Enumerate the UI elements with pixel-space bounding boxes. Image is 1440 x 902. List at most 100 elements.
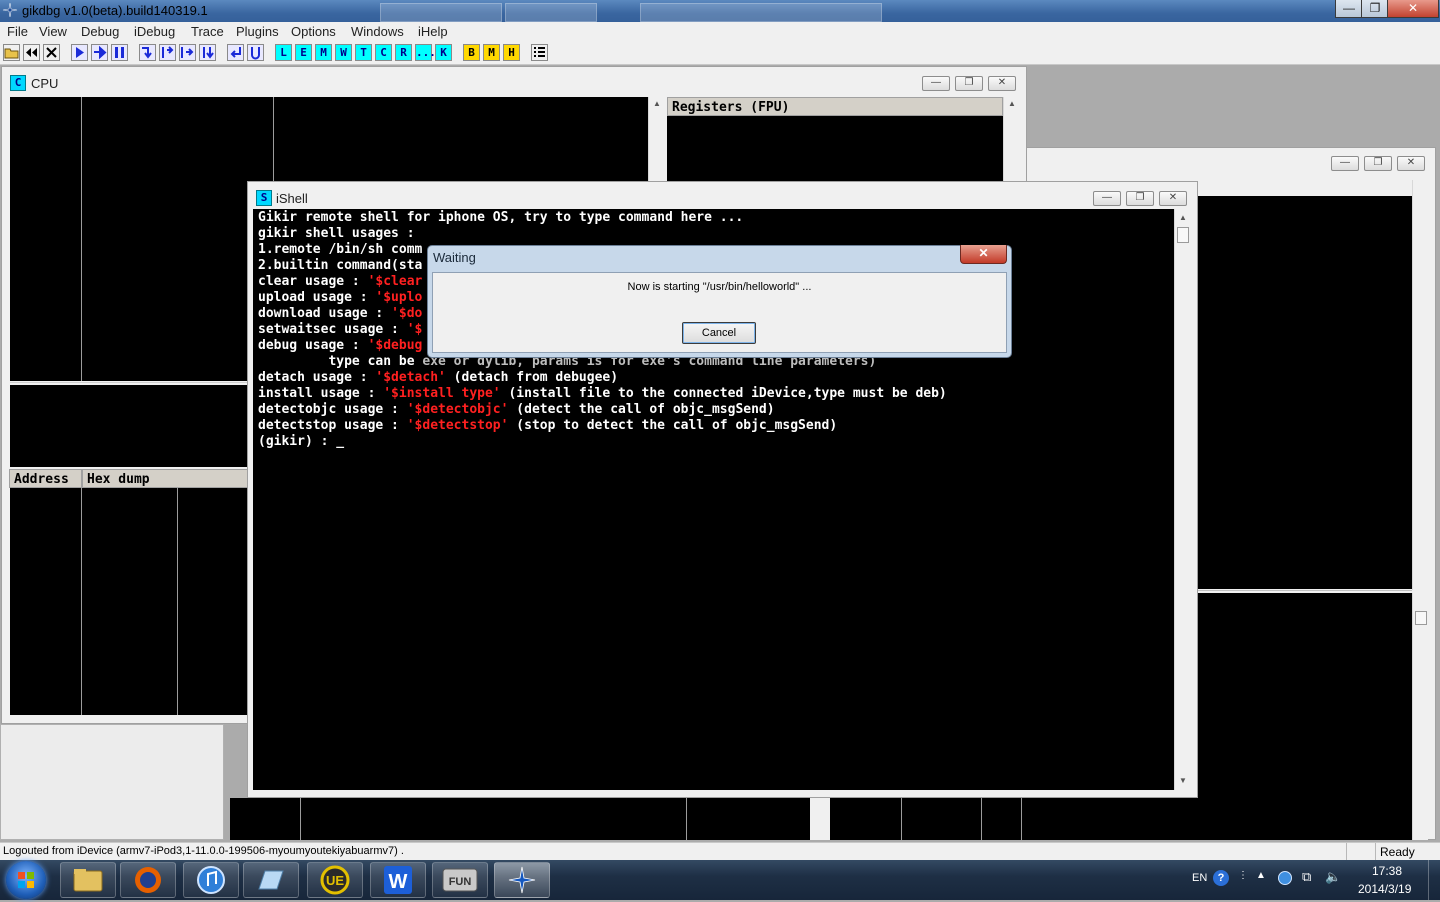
toolbar-exec-button[interactable]: E [295,44,312,61]
shell-segment: '$install type' [383,386,501,401]
shell-line: install usage : '$install type' (install… [258,386,947,402]
file-explorer-icon[interactable] [60,862,116,898]
minimize-button[interactable]: — [1335,0,1363,18]
notepad-icon[interactable] [243,862,299,898]
ishell-window-icon: S [256,190,272,206]
step-into-icon[interactable] [139,44,156,61]
scroll-up-arrow-icon[interactable]: ▲ [1175,213,1191,222]
shell-segment: '$detectstop' [406,418,509,433]
step-out-icon[interactable] [179,44,196,61]
waiting-dialog-title: Waiting [433,250,476,265]
toolbar-memory-button[interactable]: M [315,44,332,61]
menu-debug[interactable]: Debug [81,24,119,39]
bg-minimize-button[interactable]: — [1331,156,1359,171]
toolbar-log-button[interactable]: L [275,44,292,61]
bg-maximize-button[interactable]: ❐ [1364,156,1392,171]
column-divider [81,488,82,715]
shell-line: detectobjc usage : '$detectobjc' (detect… [258,402,947,418]
close-button[interactable]: ✕ [1387,0,1439,18]
scroll-up-arrow-icon[interactable]: ▲ [1004,99,1020,108]
firefox-icon[interactable] [120,862,176,898]
clock-time[interactable]: 17:38 [1372,864,1402,878]
show-desktop-button[interactable] [1428,860,1440,900]
step-run-icon[interactable] [91,44,108,61]
scroll-up-arrow-icon[interactable]: ▲ [649,99,665,108]
volume-icon[interactable]: 🔈 [1325,869,1341,885]
shell-segment: '$detach' [375,370,446,385]
registers-header: Registers (FPU) [667,97,1003,116]
clock-date[interactable]: 2014/3/19 [1358,882,1411,896]
bg-close-button[interactable]: ✕ [1397,156,1425,171]
toolbar-more-button[interactable]: ... [415,44,436,61]
disassembly-scrollbar[interactable]: ▲ [648,97,664,187]
itunes-icon[interactable] [183,862,239,898]
scroll-down-arrow-icon[interactable]: ▼ [1175,776,1191,785]
trace-icon[interactable] [199,44,216,61]
show-hidden-icons-icon[interactable]: ▲ [1256,870,1266,881]
dump-address-header[interactable]: Address [9,469,82,488]
stack-pane [230,798,810,840]
tray-app-icon[interactable] [1278,871,1292,885]
fun-app-icon[interactable]: FUN [432,862,488,898]
cpu-minimize-button[interactable]: — [922,76,950,91]
cpu-maximize-button[interactable]: ❐ [955,76,983,91]
dialog-close-button[interactable]: ✕ [960,245,1007,264]
toolbar-modules-button[interactable]: M [483,44,500,61]
toolbar-stack-button[interactable]: K [435,44,452,61]
dump-hex-header[interactable]: Hex dump [82,469,252,488]
open-icon[interactable] [3,44,20,61]
bg-scrollbar-upper[interactable] [1412,180,1428,590]
menu-trace[interactable]: Trace [191,24,224,39]
cpu-window-icon: C [10,75,26,91]
cancel-button[interactable]: Cancel [682,322,756,344]
ishell-close-button[interactable]: ✕ [1159,191,1187,206]
wps-writer-icon[interactable]: W [370,862,426,898]
pause-icon[interactable] [111,44,128,61]
toolbar-windows-button[interactable]: W [335,44,352,61]
toolbar-breakpoints-button[interactable]: B [463,44,480,61]
cpu-window-title: CPU [31,76,59,91]
menu-idebug[interactable]: iDebug [134,24,175,39]
run-icon[interactable] [71,44,88,61]
taskbar: UE W FUN EN ? ⋮ ▲ ⧉ 🔈 17:38 2014/3/19 [0,860,1440,900]
ime-options-icon[interactable]: ⋮ [1238,870,1248,881]
menu-windows[interactable]: Windows [351,24,404,39]
toolbar: L E M W T C R ... K B M H [0,42,1440,65]
toolbar-handles-button[interactable]: H [503,44,520,61]
shell-segment: detectobjc usage : [258,402,407,417]
toolbar-cpu-button[interactable]: C [375,44,392,61]
menu-ihelp[interactable]: iHelp [418,24,448,39]
scrollbar-thumb[interactable] [1177,227,1189,243]
gikdbg-icon[interactable] [494,862,550,898]
cpu-close-button[interactable]: ✕ [988,76,1016,91]
start-orb-icon[interactable] [6,861,46,899]
menu-view[interactable]: View [39,24,67,39]
network-icon[interactable]: ⧉ [1302,869,1311,885]
menu-options[interactable]: Options [291,24,336,39]
stack-scrollbar[interactable] [810,798,830,840]
menu-plugins[interactable]: Plugins [236,24,279,39]
svg-text:UE: UE [326,873,344,888]
maximize-button[interactable]: ❐ [1361,0,1389,18]
language-indicator[interactable]: EN [1192,872,1207,884]
ishell-minimize-button[interactable]: — [1093,191,1121,206]
help-icon[interactable]: ? [1213,870,1229,886]
registers-scrollbar[interactable]: ▲ [1003,97,1019,187]
shell-segment: '$debug [367,338,423,353]
shell-scrollbar[interactable]: ▲ ▼ [1174,209,1191,790]
ultraedit-icon[interactable]: UE [307,862,363,898]
lower-left-pane [0,724,224,840]
shell-line: Gikir remote shell for iphone OS, try to… [258,210,947,226]
close-icon[interactable] [43,44,60,61]
toolbar-refs-button[interactable]: R [395,44,412,61]
rewind-icon[interactable] [23,44,40,61]
list-icon[interactable] [531,44,548,61]
ishell-maximize-button[interactable]: ❐ [1126,191,1154,206]
until-icon[interactable] [247,44,264,61]
return-icon[interactable] [227,44,244,61]
bg-scrollbar-lower[interactable] [1412,593,1428,840]
scrollbar-thumb[interactable] [1415,611,1427,625]
step-over-icon[interactable] [159,44,176,61]
menu-file[interactable]: File [7,24,28,39]
toolbar-threads-button[interactable]: T [355,44,372,61]
